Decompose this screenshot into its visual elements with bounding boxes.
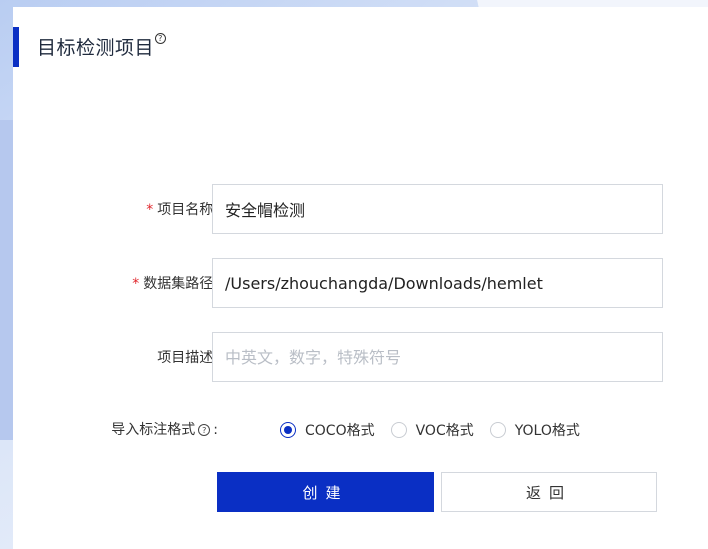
back-button[interactable]: 返回	[441, 472, 657, 512]
create-button[interactable]: 创建	[217, 472, 434, 512]
help-icon[interactable]: ?	[198, 424, 211, 436]
help-icon[interactable]: ?	[155, 33, 167, 44]
radio-coco[interactable]: COCO格式	[280, 420, 375, 440]
description-input[interactable]	[212, 332, 663, 382]
title-accent-bar	[13, 27, 19, 67]
background-decoration-left	[0, 120, 14, 440]
radio-label: YOLO格式	[514, 423, 580, 439]
project-form-card: 目标检测项目 ? *项目名称: *数据集路径: 项目描述: 导入标注格式?: C…	[13, 7, 708, 549]
radio-unchecked-icon[interactable]	[489, 422, 506, 438]
import-format-label: 导入标注格式?:	[111, 422, 218, 438]
page-title: 目标检测项目	[37, 37, 155, 59]
radio-label: COCO格式	[305, 423, 375, 439]
page-title-container: 目标检测项目 ?	[37, 33, 167, 60]
name-label: * 项目名称:	[146, 202, 218, 218]
project-name-input[interactable]	[212, 184, 663, 234]
dataset-path-input[interactable]	[212, 258, 663, 308]
required-mark: *	[146, 202, 154, 218]
description-label: 项目描述:	[157, 350, 218, 366]
dataset-path-label: * 数据集路径:	[132, 276, 218, 292]
radio-checked-icon[interactable]	[280, 422, 296, 438]
radio-label: VOC格式	[415, 423, 474, 439]
radio-voc[interactable]: VOC格式	[390, 420, 474, 440]
import-format-radio-group: COCO格式 VOC格式 YOLO格式	[280, 420, 596, 440]
radio-yolo[interactable]: YOLO格式	[489, 420, 580, 440]
required-mark: *	[132, 276, 140, 292]
radio-unchecked-icon[interactable]	[390, 422, 407, 438]
